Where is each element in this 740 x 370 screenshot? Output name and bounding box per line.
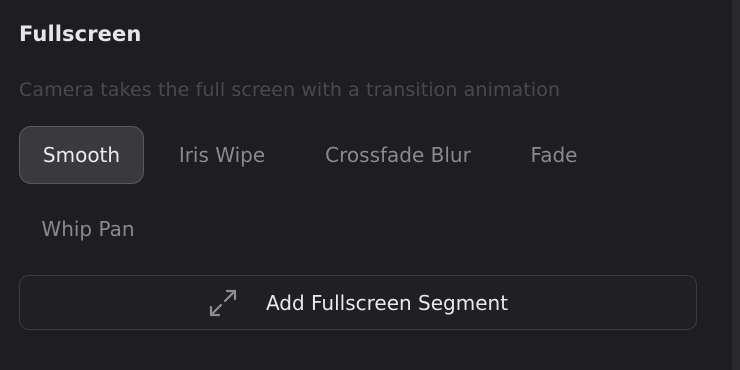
add-fullscreen-segment-label: Add Fullscreen Segment	[265, 290, 509, 315]
expand-arrows-icon	[208, 288, 238, 318]
add-fullscreen-segment-button[interactable]: Add Fullscreen Segment	[19, 275, 697, 330]
scrollbar[interactable]	[732, 0, 740, 370]
transition-option-iris-wipe[interactable]: Iris Wipe	[158, 126, 286, 184]
section-title: Fullscreen	[19, 22, 142, 46]
section-description: Camera takes the full screen with a tran…	[19, 79, 561, 101]
fullscreen-panel: Fullscreen Camera takes the full screen …	[0, 0, 740, 370]
transition-option-smooth[interactable]: Smooth	[19, 126, 144, 184]
transition-option-crossfade-blur[interactable]: Crossfade Blur	[300, 126, 496, 184]
transition-option-fade[interactable]: Fade	[508, 126, 600, 184]
transition-option-whip-pan[interactable]: Whip Pan	[19, 200, 157, 258]
